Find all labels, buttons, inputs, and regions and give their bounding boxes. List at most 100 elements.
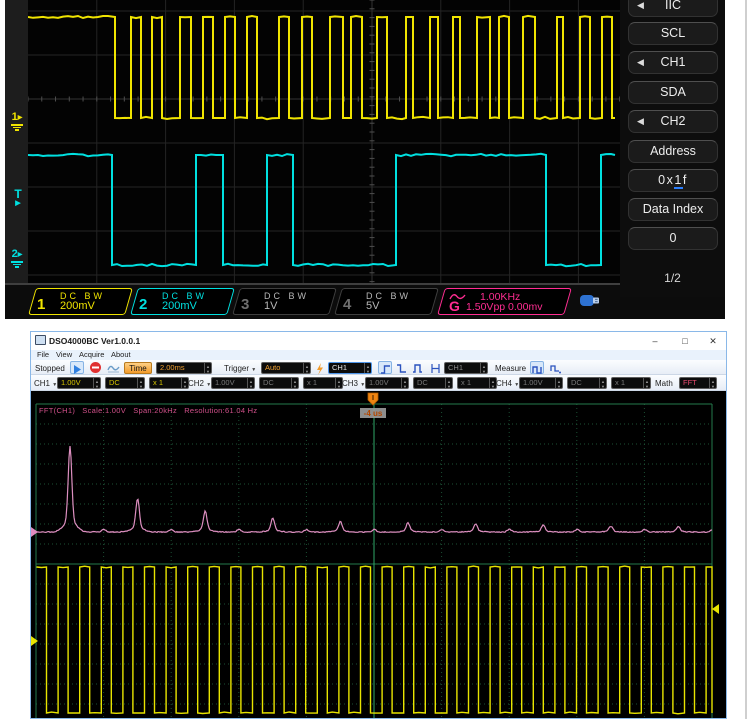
menu-acquire[interactable]: Acquire [79,350,104,360]
ch4-probe-select[interactable]: x 1▲▼ [611,377,651,389]
scope-left-margin [5,0,28,283]
ch4-coupling-select[interactable]: DC▲▼ [567,377,607,389]
ch1-volt-select[interactable]: 1.00V▲▼ [57,377,101,389]
channel-menu-ch1[interactable]: CH1 ▼ [34,379,57,388]
ch1-marker-arrow-icon: ▶ [18,115,23,121]
spinner-icon[interactable]: ▲▼ [555,378,562,388]
spinner-icon[interactable]: ▲▼ [303,363,310,373]
menu-view[interactable]: View [56,350,72,360]
trigger-mode-select[interactable]: Auto▲▼ [261,362,311,374]
channel-badge-1: 1DC BW200mV [28,288,133,315]
falling-edge-icon [396,363,407,374]
menu-button-iic[interactable]: IIC◀ [628,0,718,17]
spinner-icon[interactable]: ▲▼ [401,378,408,388]
autoset-button[interactable] [106,361,120,374]
math-label[interactable]: Math [655,379,673,388]
menu-page-indicator: 1/2 [620,271,725,285]
trigger-menu[interactable]: Trigger ▼ [224,364,256,373]
channel-scale: 200mV [162,300,197,312]
spinner-icon[interactable]: ▲▼ [335,378,342,388]
channel-scale: 1V [264,300,277,312]
spinner-icon[interactable]: ▲▼ [181,378,188,388]
toolbar-channels: CH1 ▼1.00V▲▼DC▲▼x 1▲▼CH2 ▼1.00V▲▼DC▲▼x 1… [31,375,726,391]
ch3-coupling-select[interactable]: DC▲▼ [413,377,453,389]
menu-button-data-index[interactable]: Data Index [628,198,718,221]
channel-scale: 5V [366,300,379,312]
pulse-trigger-button[interactable] [410,361,424,374]
maximize-button[interactable]: □ [674,334,696,348]
channel-menu-ch4[interactable]: CH4 ▼ [496,379,519,388]
pulse-width-button[interactable] [428,361,442,374]
spinner-icon[interactable]: ▲▼ [599,378,606,388]
measure-pulse-button[interactable] [530,361,544,374]
menu-button-0[interactable]: 0 [628,227,718,250]
trigger-offset-value: -4 us [364,409,383,418]
math-mode-select[interactable]: FFT▲▼ [679,377,717,389]
channel-menu-ch3[interactable]: CH3 ▼ [342,379,365,388]
menu-back-arrow-icon: ◀ [637,111,644,132]
channel-number: 4 [343,296,351,313]
ch2-marker-arrow-icon: ▶ [18,252,23,258]
menu-about[interactable]: About [111,350,131,360]
ch2-ground-icon [6,261,28,268]
ch1-coupling-select[interactable]: DC▲▼ [105,377,145,389]
spinner-icon[interactable]: ▲▼ [709,378,716,388]
measure-pulse-icon [532,364,543,375]
display-canvas: -4 us [31,391,726,718]
ch2-coupling-select[interactable]: DC▲▼ [259,377,299,389]
channel-badge-2: 2DC BW200mV [130,288,235,315]
spinner-icon[interactable]: ▲▼ [291,378,298,388]
spinner-icon[interactable]: ▲▼ [204,363,211,373]
scope-graticule [28,0,620,283]
menu-button-address[interactable]: Address [628,140,718,163]
menu-button-ch1[interactable]: CH1◀ [628,51,718,74]
channel-number: 1 [37,296,45,313]
spinner-icon[interactable]: ▲▼ [247,378,254,388]
holdoff-source-select[interactable]: CH1 ▲▼ [444,362,488,374]
rising-edge-icon [380,364,391,375]
app-display: -4 us FFT(CH1) Scale:1.00V Span:20kHz Re… [31,391,726,718]
stop-button[interactable] [88,361,102,374]
trigger-level-marker-right[interactable] [712,604,719,614]
spinner-icon[interactable]: ▲▼ [93,378,100,388]
timebase-select[interactable]: 2.00ms ▲▼ [156,362,212,374]
close-button[interactable]: ✕ [702,334,724,348]
run-button[interactable] [70,361,84,374]
ch2-probe-select[interactable]: x 1▲▼ [303,377,343,389]
measure-pulse2-button[interactable] [548,361,562,374]
trigger-source-select[interactable]: CH1▲▼ [328,362,372,374]
spinner-icon[interactable]: ▲▼ [364,363,371,373]
menu-button-0x1f[interactable]: 0x1f [628,169,718,192]
usb-device-icon [579,293,603,313]
holdoff-source-value: CH1 [448,363,463,372]
scl-trace [28,16,615,119]
spinner-icon[interactable]: ▲▼ [445,378,452,388]
menu-button-ch2[interactable]: CH2◀ [628,110,718,133]
spinner-icon[interactable]: ▲▼ [137,378,144,388]
rising-edge-button[interactable] [378,361,392,374]
spinner-icon[interactable]: ▲▼ [489,378,496,388]
fft-position-marker[interactable] [31,527,38,537]
falling-edge-button[interactable] [394,361,408,374]
ch1-probe-select[interactable]: x 1▲▼ [149,377,189,389]
menu-button-sda[interactable]: SDA [628,81,718,104]
scope-waveform-canvas [28,0,620,283]
menu-button-scl[interactable]: SCL [628,22,718,45]
menu-file[interactable]: File [37,350,49,360]
scope-soft-menu: IIC◀ SCL CH1◀ SDA CH2◀ Address 0x1f Data Index 0 [620,0,725,297]
channel-menu-ch2[interactable]: CH2 ▼ [188,379,211,388]
ch3-volt-select[interactable]: 1.00V▲▼ [365,377,409,389]
minimize-button[interactable]: – [644,334,666,348]
timebase-value: 2.00ms [160,363,185,372]
spinner-icon[interactable]: ▲▼ [480,363,487,373]
pulse-icon [412,363,423,374]
generator-badge: G1.00KHz1.50Vpp 0.00mv [437,288,572,315]
time-button[interactable]: Time [124,362,152,374]
ch4-volt-select[interactable]: 1.00V▲▼ [519,377,563,389]
ch2-ground-marker: 2▶ [6,249,28,268]
ch2-volt-select[interactable]: 1.00V▲▼ [211,377,255,389]
ch3-probe-select[interactable]: x 1▲▼ [457,377,497,389]
measure-label[interactable]: Measure [495,364,526,373]
spinner-icon[interactable]: ▲▼ [643,378,650,388]
channel-number: 3 [241,296,249,313]
